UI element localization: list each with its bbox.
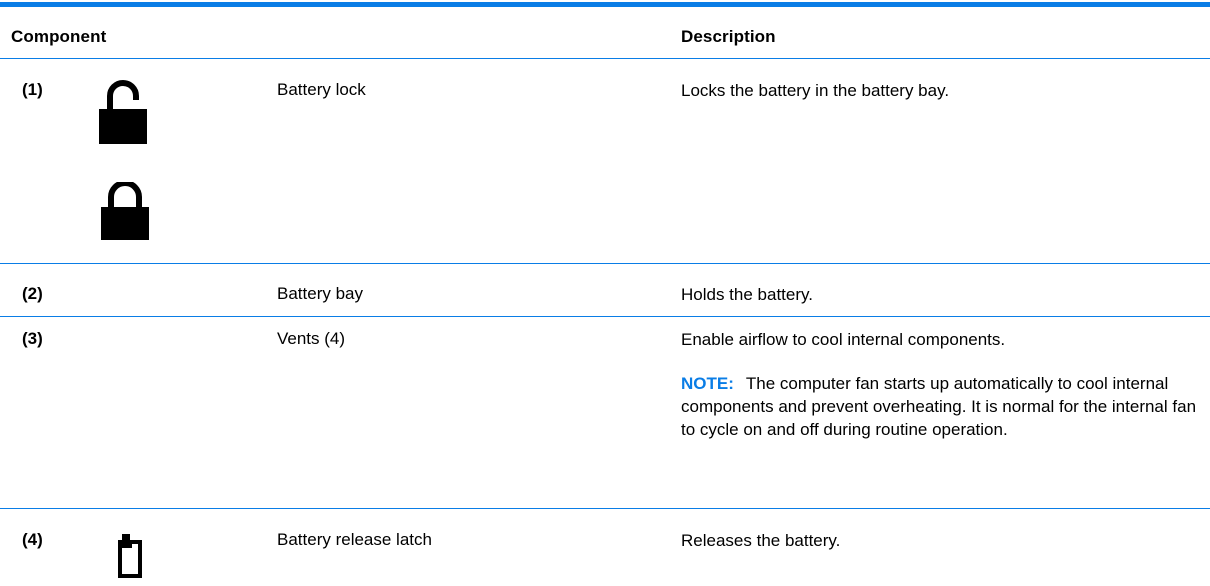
component-name: Battery bay (277, 284, 363, 303)
component-description: Holds the battery. (681, 285, 813, 304)
component-name: Battery release latch (277, 530, 432, 549)
header-component: Component (11, 27, 107, 46)
row-number: (1) (22, 80, 43, 99)
row-number: (4) (22, 530, 43, 549)
component-description: Enable airflow to cool internal componen… (681, 330, 1006, 349)
table-top-rule (0, 2, 1210, 7)
unlocked-padlock-icon (99, 80, 147, 144)
row-number: (2) (22, 284, 43, 303)
note-label: NOTE: (681, 374, 734, 393)
component-name: Vents (4) (277, 329, 346, 348)
header-description: Description (681, 27, 776, 46)
table-row: (2) Battery bay Holds the battery. (0, 263, 1210, 316)
row-number: (3) (22, 329, 43, 348)
component-name: Battery lock (277, 80, 366, 99)
table-row: (1) Battery lock Locks the battery in th… (0, 58, 1210, 263)
note-paragraph: NOTE: The computer fan starts up automati… (681, 372, 1201, 441)
locked-padlock-icon (101, 182, 149, 240)
battery-icon (118, 534, 142, 578)
component-description: Releases the battery. (681, 531, 841, 550)
table-row: (4) Battery release latch Releases the b… (0, 508, 1210, 586)
component-description: Locks the battery in the battery bay. (681, 81, 950, 100)
note-text: The computer fan starts up automatically… (681, 374, 1197, 439)
table-row: (3) Vents (4) Enable airflow to cool int… (0, 316, 1210, 508)
